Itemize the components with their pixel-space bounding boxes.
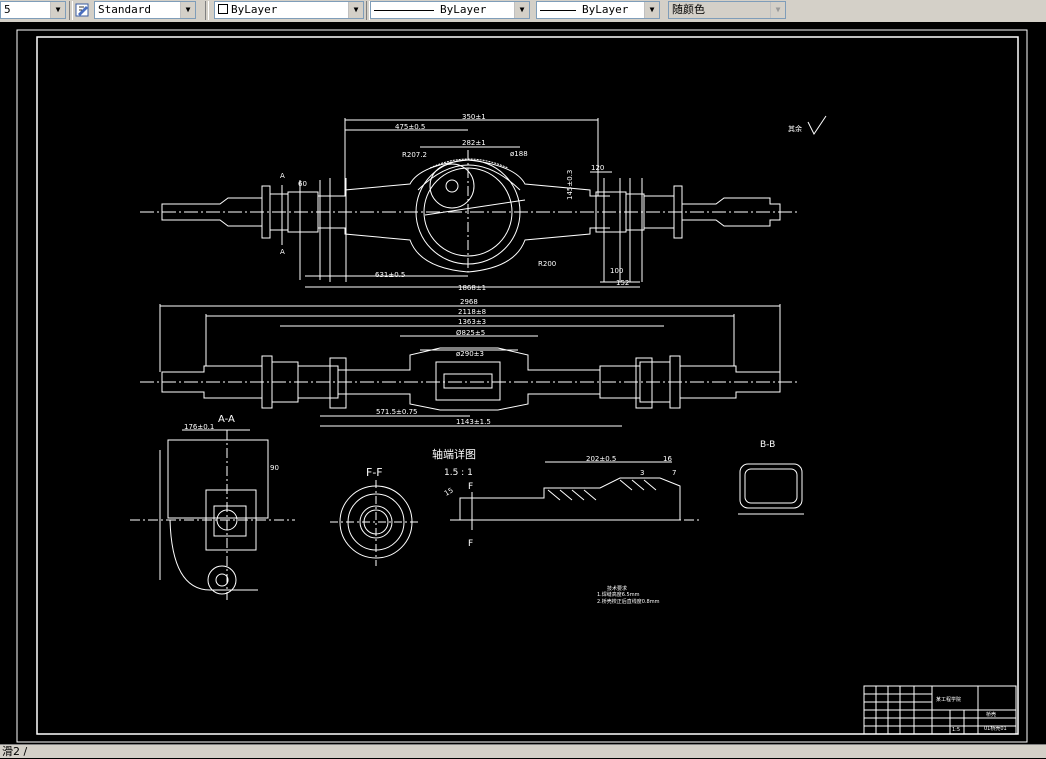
title-block-text: 某工程学院 桥壳 01桥壳01 1:5 xyxy=(936,696,1007,733)
dim-290: ø290±3 xyxy=(456,350,484,358)
scale-value: 5 xyxy=(4,3,11,16)
lineweight-combo[interactable]: ByLayer ▼ xyxy=(536,1,660,19)
linetype-preview-icon xyxy=(374,9,434,11)
lineweight-preview-icon xyxy=(540,9,576,11)
dim-571: 571.5±0.75 xyxy=(376,408,418,416)
tech-notes-title: 技术要求 xyxy=(607,585,627,592)
layer-combo[interactable]: ByLayer ▼ xyxy=(214,1,364,19)
roughness-label: 其余 xyxy=(788,124,802,133)
section-bb-title: B-B xyxy=(760,440,775,450)
dim-r200: R200 xyxy=(538,260,556,268)
section-aa-title: A-A xyxy=(218,414,235,425)
dim-282: 282±1 xyxy=(462,139,486,147)
shaft-end-detail xyxy=(450,461,700,530)
cad-drawing: 350±1 475±0.5 282±1 ø188 R207.2 120 145±… xyxy=(16,29,1028,743)
dim-202: 202±0.5 xyxy=(586,455,616,463)
layer-value: ByLayer xyxy=(231,3,278,16)
color-combo[interactable]: 随颜色 ▼ xyxy=(668,1,786,19)
title-block-school: 某工程学院 xyxy=(936,696,961,703)
dim-100: 100 xyxy=(610,267,623,275)
tech-notes-line1: 1.焊缝高度6.5mm xyxy=(597,591,640,598)
detail-f-top: F xyxy=(468,482,473,492)
dim-1363: 1363±3 xyxy=(458,318,486,326)
command-line[interactable]: 滑2 / xyxy=(0,744,1046,758)
roughness-symbol-icon xyxy=(807,115,827,135)
section-aa-dims: A-A 176±0.1 90 xyxy=(184,414,279,472)
dim-120: 120 xyxy=(591,164,604,172)
detail-f-bottom: F xyxy=(468,539,473,549)
title-block-scale: 1:5 xyxy=(952,727,960,733)
section-ff-title: F-F xyxy=(366,466,383,479)
toolbar-separator xyxy=(69,1,73,20)
detail-title: 轴端详图 xyxy=(432,447,476,461)
linetype-value: ByLayer xyxy=(440,3,487,16)
linetype-combo[interactable]: ByLayer ▼ xyxy=(370,1,530,19)
dim-90: 90 xyxy=(270,464,279,472)
dim-1143: 1143±1.5 xyxy=(456,418,491,426)
section-a-bottom: A xyxy=(280,248,285,256)
chevron-down-icon[interactable]: ▼ xyxy=(514,2,529,18)
title-block-number: 01桥壳01 xyxy=(984,725,1007,732)
dim-3: 3 xyxy=(640,469,644,477)
dim-350: 350±1 xyxy=(462,113,486,121)
color-swatch-icon xyxy=(218,4,228,14)
lineweight-value: ByLayer xyxy=(582,3,629,16)
tech-notes-line2: 2.桥壳校正后直线度0.8mm xyxy=(597,598,660,605)
dim-r207: R207.2 xyxy=(402,151,427,159)
dim-2968: 2968 xyxy=(460,298,478,306)
detail-scale: 1.5 : 1 xyxy=(444,468,473,478)
chevron-down-icon[interactable]: ▼ xyxy=(770,2,785,18)
section-f-f xyxy=(330,480,420,566)
chevron-down-icon[interactable]: ▼ xyxy=(50,2,65,18)
section-a-a xyxy=(130,429,295,600)
drawing-canvas[interactable]: 350±1 475±0.5 282±1 ø188 R207.2 120 145±… xyxy=(0,22,1046,744)
chevron-down-icon[interactable]: ▼ xyxy=(644,2,659,18)
dim-631: 631±0.5 xyxy=(375,271,405,279)
title-block-name: 桥壳 xyxy=(986,711,996,718)
dim-825: Ø825±5 xyxy=(456,329,485,337)
toolbar-separator xyxy=(205,1,209,20)
front-view-dims: 350±1 475±0.5 282±1 ø188 R207.2 120 145±… xyxy=(280,113,802,292)
dim-145: 145±0.3 xyxy=(566,170,574,200)
tech-notes: 技术要求 1.焊缝高度6.5mm 2.桥壳校正后直线度0.8mm xyxy=(597,585,660,605)
section-b-b xyxy=(738,463,804,515)
outer-frame xyxy=(16,29,1028,743)
text-style-icon[interactable] xyxy=(75,2,91,18)
dim-60: 60 xyxy=(298,180,307,188)
text-style-value: Standard xyxy=(98,3,151,16)
text-style-combo[interactable]: Standard ▼ xyxy=(94,1,196,19)
properties-toolbar: 5 ▼ Standard ▼ ByLayer ▼ ByLayer ▼ ByLay… xyxy=(0,0,1046,23)
dim-15: 15 xyxy=(443,486,455,497)
chevron-down-icon[interactable]: ▼ xyxy=(180,2,195,18)
dim-152: 152 xyxy=(616,279,629,287)
chevron-down-icon[interactable]: ▼ xyxy=(348,2,363,18)
dim-7: 7 xyxy=(672,469,676,477)
dim-188: ø188 xyxy=(510,150,528,158)
command-text: 滑2 / xyxy=(2,745,28,758)
dim-1868: 1868±1 xyxy=(458,284,486,292)
dim-475: 475±0.5 xyxy=(395,123,425,131)
dim-16: 16 xyxy=(663,455,672,463)
inner-frame xyxy=(36,36,1019,735)
dim-2118: 2118±8 xyxy=(458,308,486,316)
section-a-top: A xyxy=(280,172,285,180)
color-value: 随颜色 xyxy=(672,3,705,16)
scale-combo[interactable]: 5 ▼ xyxy=(0,1,66,19)
dim-176: 176±0.1 xyxy=(184,423,214,431)
